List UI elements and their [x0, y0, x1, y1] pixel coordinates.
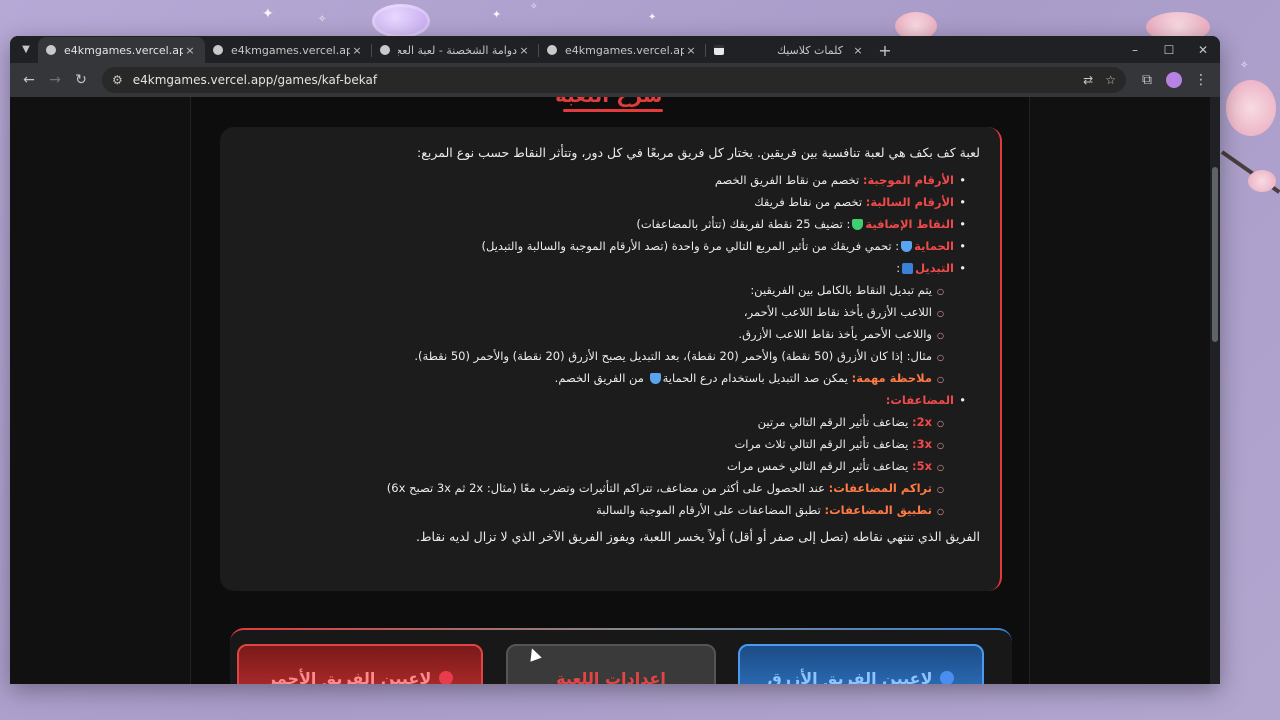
tab-search-icon[interactable]: ▼	[14, 37, 38, 61]
tab-5[interactable]: كلمات كلاسيك ×	[706, 37, 873, 63]
bookmark-star-icon[interactable]: ☆	[1105, 73, 1116, 87]
address-bar[interactable]: ⚙ e4kmgames.vercel.app/games/kaf-bekaf ⇄…	[102, 67, 1126, 93]
settings-label: إعدادات اللعبة	[556, 669, 666, 684]
red-circle-icon	[439, 671, 454, 684]
new-tab-button[interactable]: +	[873, 38, 897, 62]
blossom-decoration	[1226, 80, 1276, 136]
list-item: يتم تبديل النقاط بالكامل بين الفريقين:	[220, 284, 944, 299]
shield-icon	[649, 373, 661, 384]
reload-button[interactable]: ↻	[68, 67, 94, 93]
browser-toolbar: ← → ↻ ⚙ e4kmgames.vercel.app/games/kaf-b…	[10, 63, 1220, 97]
list-item: المضاعفات: 2x: يضاعف تأثير الرقم التالي …	[220, 394, 966, 519]
site-info-icon[interactable]: ⚙	[112, 73, 123, 87]
blue-team-label: لاعبين الفريق الأزرق	[767, 669, 933, 684]
menu-kebab-icon[interactable]: ⋮	[1188, 67, 1214, 93]
rules-list: الأرقام الموجبة: تخصم من نقاط الفريق الخ…	[220, 174, 980, 519]
url-text[interactable]: e4kmgames.vercel.app/games/kaf-bekaf	[133, 73, 1071, 87]
sparkle-icon: ✧	[530, 2, 538, 12]
shield-icon	[901, 241, 913, 252]
swap-details-list: يتم تبديل النقاط بالكامل بين الفريقين: ا…	[220, 284, 944, 387]
tab-title: دوامة الشخصنة - لعبة العجلة وال	[398, 43, 517, 57]
page-scrollbar[interactable]	[1210, 97, 1220, 684]
globe-icon	[380, 45, 390, 55]
sparkle-icon: ✦	[492, 8, 502, 21]
close-tab-icon[interactable]: ×	[684, 44, 698, 57]
tab-strip: ▼ e4kmgames.vercel.app/games/ × e4kmgame…	[10, 36, 1220, 63]
translate-icon[interactable]: ⇄	[1083, 73, 1093, 87]
globe-icon	[46, 45, 56, 55]
red-team-label: لاعبين الفريق الأحمر	[266, 669, 432, 684]
close-window-button[interactable]: ✕	[1186, 36, 1220, 63]
forward-button[interactable]: →	[42, 67, 68, 93]
blossom-decoration	[1248, 170, 1276, 192]
tab-2[interactable]: e4kmgames.vercel.app/games/ ×	[205, 37, 372, 63]
site-icon	[714, 45, 724, 55]
list-item: تطبيق المضاعفات: تطبق المضاعفات على الأر…	[220, 504, 944, 519]
list-item: الأرقام الموجبة: تخصم من نقاط الفريق الخ…	[220, 174, 966, 188]
tab-title: e4kmgames.vercel.app/games/	[64, 43, 183, 57]
red-team-players-button[interactable]: لاعبين الفريق الأحمر	[237, 644, 483, 684]
globe-icon	[213, 45, 223, 55]
maximize-button[interactable]: ☐	[1152, 36, 1186, 63]
list-item: تراكم المضاعفات: عند الحصول على أكثر من …	[220, 482, 944, 497]
profile-avatar[interactable]	[1166, 72, 1182, 88]
close-tab-icon[interactable]: ×	[517, 44, 531, 57]
rules-intro: لعبة كف بكف هي لعبة تنافسية بين فريقين. …	[417, 145, 980, 160]
page-viewport: شرح اللعبة لعبة كف بكف هي لعبة تنافسية ب…	[10, 97, 1210, 684]
list-item: ملاحظة مهمة: يمكن صد التبديل باستخدام در…	[220, 372, 944, 387]
list-item: 3x: يضاعف تأثير الرقم التالي ثلاث مرات	[220, 438, 944, 453]
tab-4[interactable]: e4kmgames.vercel.app/games/ ×	[539, 37, 706, 63]
sparkle-icon: ✦	[648, 12, 657, 23]
page-heading: شرح اللعبة	[555, 97, 663, 107]
close-tab-icon[interactable]: ×	[350, 44, 364, 57]
close-tab-icon[interactable]: ×	[851, 44, 865, 57]
swap-icon	[902, 263, 914, 274]
tab-title: e4kmgames.vercel.app/games/	[565, 43, 684, 57]
sparkle-icon: ✦	[262, 6, 274, 22]
list-item: اللاعب الأزرق يأخذ نقاط اللاعب الأحمر،	[220, 306, 944, 321]
list-item: 2x: يضاعف تأثير الرقم التالي مرتين	[220, 416, 944, 431]
extensions-icon[interactable]: ⧉	[1134, 67, 1160, 93]
list-item: النقاط الإضافية: تضيف 25 نقطة لفريقك (تت…	[220, 218, 966, 232]
planet-decoration	[372, 4, 430, 38]
sparkle-icon: ✧	[1240, 60, 1249, 71]
list-item: واللاعب الأحمر يأخذ نقاط اللاعب الأزرق.	[220, 328, 944, 343]
tab-3[interactable]: دوامة الشخصنة - لعبة العجلة وال ×	[372, 37, 539, 63]
list-item: مثال: إذا كان الأزرق (50 نقطة) والأحمر (…	[220, 350, 944, 365]
list-item: الحماية: تحمي فريقك من تأثير المربع التا…	[220, 240, 966, 254]
list-item: 5x: يضاعف تأثير الرقم التالي خمس مرات	[220, 460, 944, 475]
tab-title: e4kmgames.vercel.app/games/	[231, 43, 350, 57]
browser-window: ▼ e4kmgames.vercel.app/games/ × e4kmgame…	[10, 36, 1220, 684]
tab-title: كلمات كلاسيك	[776, 43, 843, 57]
rules-card: لعبة كف بكف هي لعبة تنافسية بين فريقين. …	[220, 127, 1002, 591]
back-button[interactable]: ←	[16, 67, 42, 93]
list-item: الأرقام السالبة: تخصم من نقاط فريقك	[220, 196, 966, 210]
window-controls: – ☐ ✕	[1118, 36, 1220, 63]
blue-circle-icon	[940, 671, 955, 684]
globe-icon	[547, 45, 557, 55]
green-heart-icon	[852, 219, 864, 230]
multipliers-list: 2x: يضاعف تأثير الرقم التالي مرتين 3x: ي…	[220, 416, 944, 519]
close-tab-icon[interactable]: ×	[183, 44, 197, 57]
rules-outro: الفريق الذي تنتهي نقاطه (تصل إلى صفر أو …	[415, 529, 980, 544]
tab-1[interactable]: e4kmgames.vercel.app/games/ ×	[38, 37, 205, 63]
blue-team-players-button[interactable]: لاعبين الفريق الأزرق	[738, 644, 984, 684]
scrollbar-thumb[interactable]	[1212, 167, 1218, 342]
heading-underline	[563, 109, 663, 112]
sparkle-icon: ✧	[318, 14, 327, 25]
list-item: التبديل: يتم تبديل النقاط بالكامل بين ال…	[220, 262, 966, 387]
minimize-button[interactable]: –	[1118, 36, 1152, 63]
